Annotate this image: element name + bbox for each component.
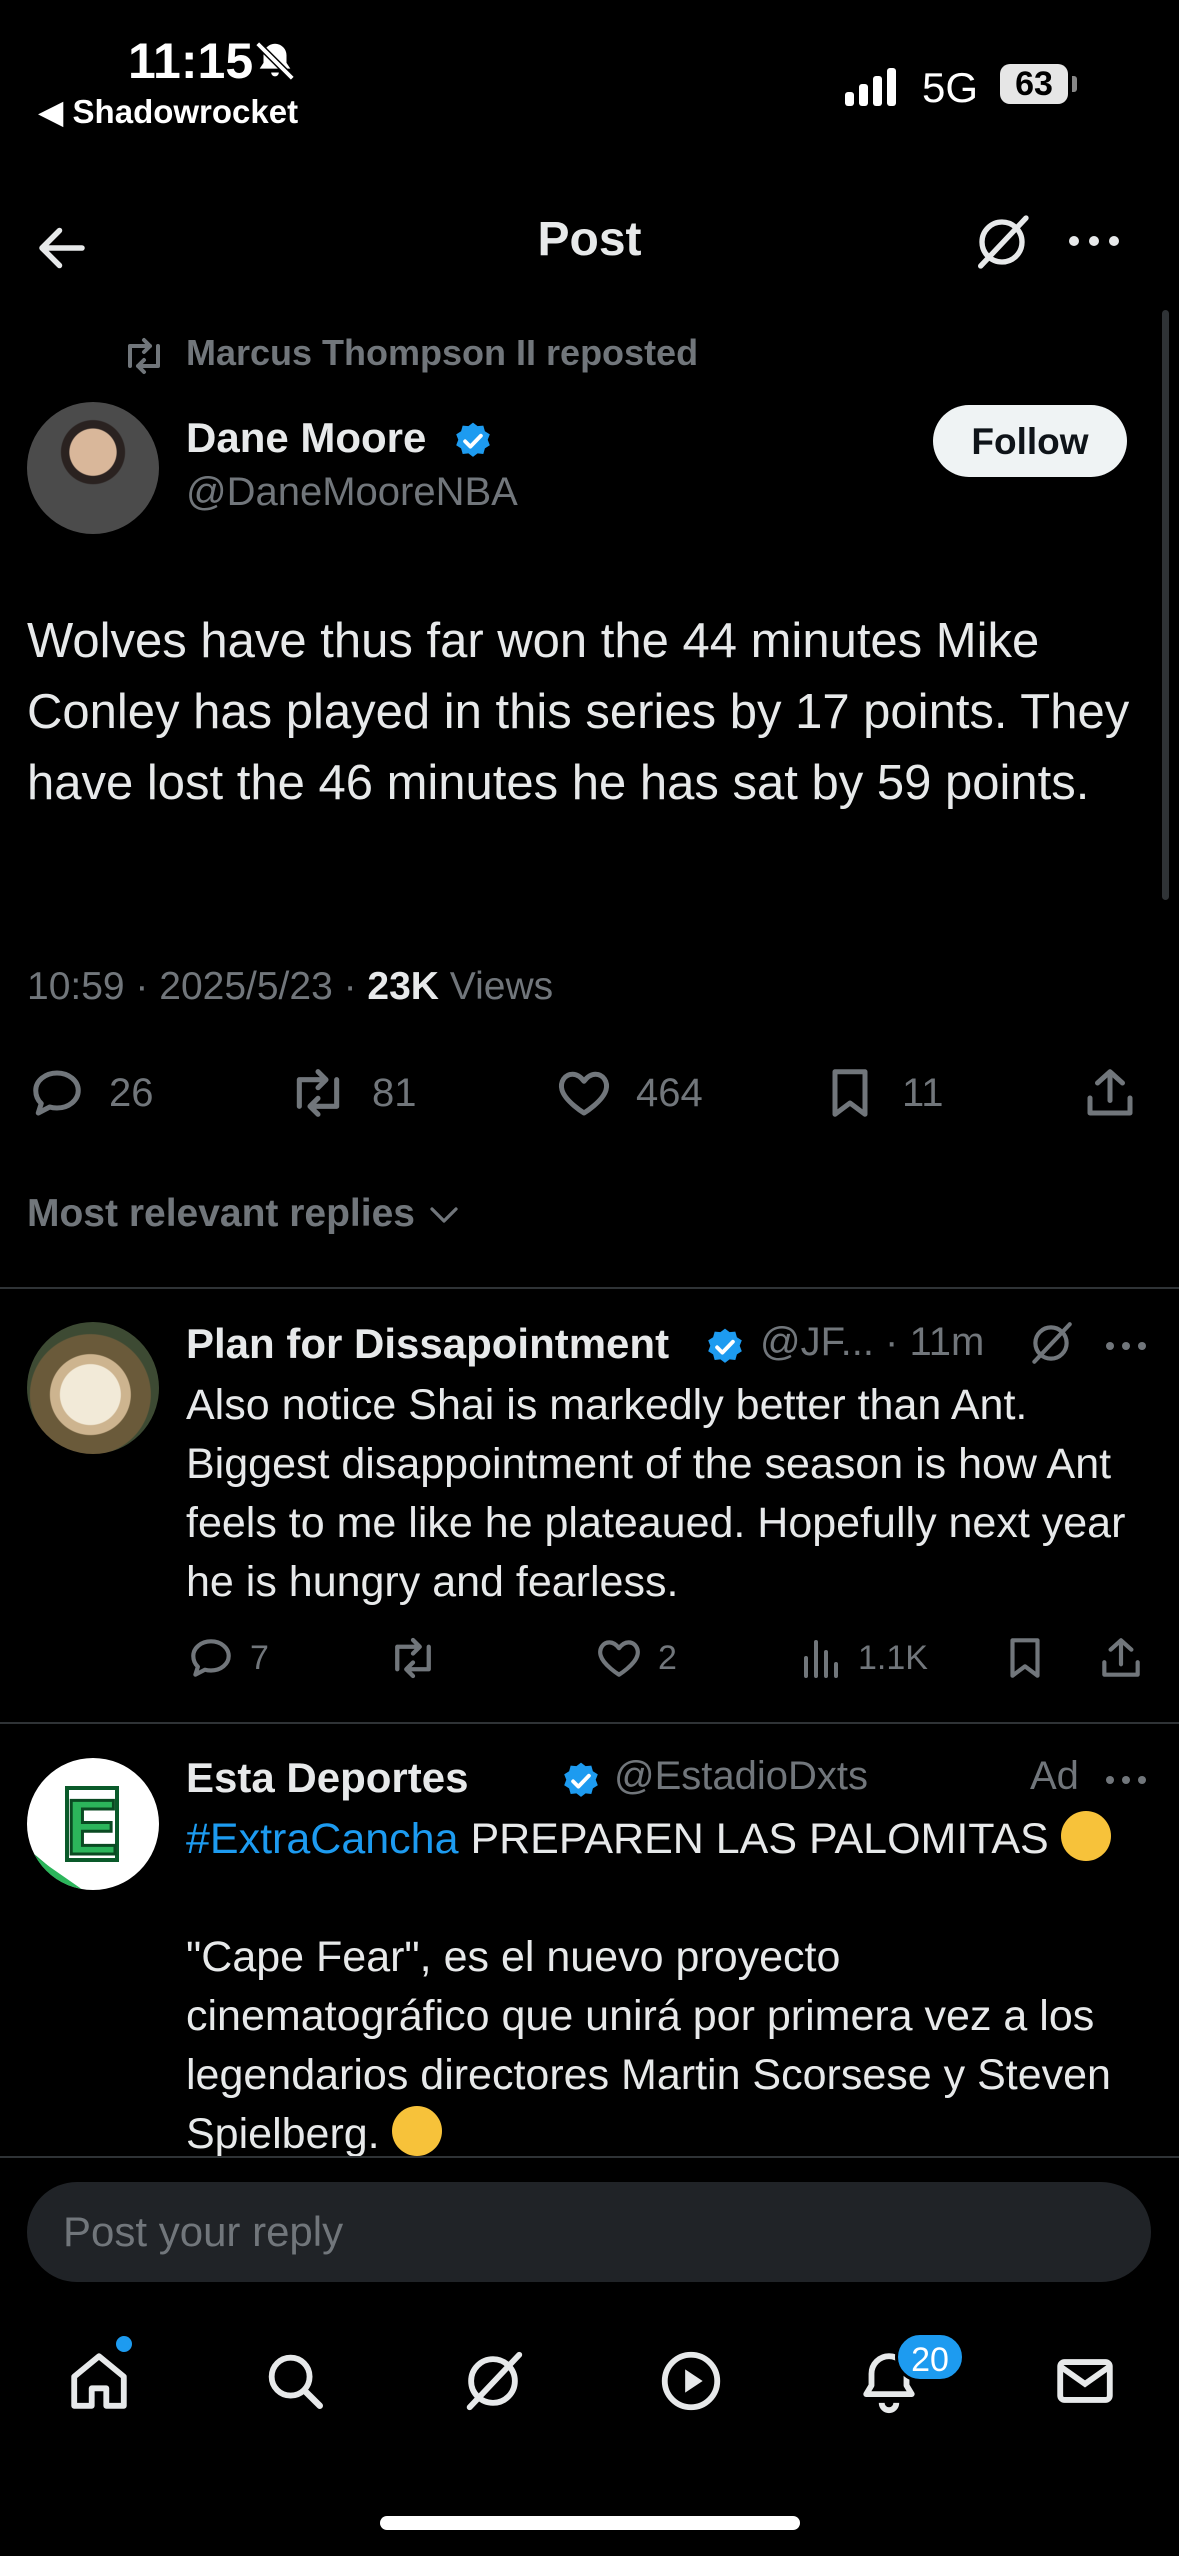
reply-author-handle[interactable]: @JF... · 11m	[760, 1320, 984, 1365]
emoji-icon	[1060, 1811, 1111, 1861]
grok-icon[interactable]	[970, 210, 1034, 274]
share-button[interactable]	[1096, 1630, 1160, 1686]
repost-icon	[395, 1637, 431, 1679]
bookmark-icon	[1010, 1638, 1040, 1678]
ad-headline: PREPAREN LAS PALOMITAS	[458, 1815, 1061, 1863]
author-name[interactable]: Dane Moore	[186, 414, 426, 462]
bookmark-count: 11	[902, 1070, 944, 1115]
mail-icon[interactable]	[1050, 2346, 1120, 2416]
reply-count: 26	[109, 1070, 154, 1115]
home-indicator[interactable]	[380, 2516, 800, 2530]
reposted-by-label[interactable]: Marcus Thompson II reposted	[186, 332, 698, 374]
reply-avatar[interactable]	[27, 1322, 159, 1454]
search-icon[interactable]	[260, 2346, 330, 2416]
verified-icon	[708, 1328, 742, 1363]
reply-count: 7	[250, 1638, 269, 1677]
reply-author-handle[interactable]: @EstadioDxts	[614, 1754, 868, 1799]
reply-text: Also notice Shai is markedly better than…	[186, 1381, 1126, 1606]
share-icon	[1102, 1638, 1140, 1677]
views-icon	[804, 1640, 838, 1678]
reply-avatar[interactable]: E	[27, 1758, 159, 1890]
more-icon[interactable]	[1064, 226, 1124, 256]
tweet-timestamp: 10:59 · 2025/5/23 ·	[27, 965, 368, 1008]
ad-body: "Cape Fear", es el nuevo proyecto cinema…	[186, 1933, 1111, 2158]
bookmark-button[interactable]: 11	[820, 1058, 944, 1128]
repost-icon	[296, 1069, 340, 1117]
scrollbar[interactable]	[1162, 310, 1169, 900]
back-to-app-link[interactable]: ◀ Shadowrocket	[38, 92, 298, 131]
follow-button[interactable]: Follow	[933, 405, 1127, 477]
views-button[interactable]: 1.1K	[800, 1630, 928, 1686]
avatar-letter: E	[66, 1783, 118, 1871]
repost-icon	[128, 338, 160, 374]
play-icon[interactable]	[656, 2346, 726, 2416]
grok-icon[interactable]	[458, 2346, 528, 2416]
like-button[interactable]: 464	[554, 1058, 703, 1128]
silent-bell-icon	[255, 41, 295, 81]
like-icon	[558, 1071, 610, 1116]
bookmark-button[interactable]	[1000, 1630, 1064, 1686]
replies-sort-label: Most relevant replies	[27, 1192, 415, 1235]
like-icon	[598, 1640, 640, 1677]
like-count: 464	[636, 1070, 703, 1115]
network-type: 5G	[922, 64, 979, 111]
signal-icon	[845, 68, 896, 106]
repost-button[interactable]: 81	[286, 1058, 417, 1128]
repost-count: 81	[372, 1070, 417, 1115]
divider	[0, 1287, 1179, 1289]
reply-text: #ExtraCancha PREPAREN LAS PALOMITAS "Cap…	[186, 1810, 1146, 2164]
reply-button[interactable]: 7	[186, 1630, 269, 1686]
reply-icon	[191, 1639, 231, 1677]
replies-sort-dropdown[interactable]: Most relevant replies	[27, 1192, 462, 1236]
emoji-icon	[391, 2106, 442, 2156]
views-count[interactable]: 23K	[367, 965, 439, 1008]
share-icon	[1087, 1069, 1133, 1116]
reply-author-name[interactable]: Plan for Dissapointment	[186, 1320, 669, 1368]
verified-icon	[456, 422, 490, 457]
reply-author-name[interactable]: Esta Deportes	[186, 1754, 468, 1802]
views-count: 1.1K	[858, 1638, 928, 1677]
more-icon[interactable]	[1104, 1774, 1148, 1786]
repost-button[interactable]	[386, 1630, 454, 1686]
brand-logo: E	[27, 1782, 120, 1890]
grok-icon[interactable]	[1026, 1318, 1076, 1368]
bookmark-icon	[832, 1069, 868, 1117]
like-button[interactable]: 2	[594, 1630, 677, 1686]
tweet-meta: 10:59 · 2025/5/23 · 23K Views	[27, 965, 553, 1009]
battery-tip	[1072, 76, 1077, 92]
home-icon[interactable]	[64, 2346, 134, 2416]
views-label: Views	[438, 965, 554, 1008]
author-handle[interactable]: @DaneMooreNBA	[186, 470, 518, 515]
divider	[0, 1722, 1179, 1724]
hashtag-link[interactable]: #ExtraCancha	[186, 1815, 459, 1863]
more-icon[interactable]	[1104, 1340, 1148, 1352]
like-count: 2	[658, 1638, 677, 1677]
share-button[interactable]	[1080, 1058, 1162, 1128]
reply-icon	[33, 1070, 81, 1116]
reply-button[interactable]: 26	[27, 1058, 154, 1128]
avatar[interactable]	[27, 402, 159, 534]
status-time: 11:15	[128, 33, 254, 89]
verified-icon	[564, 1762, 598, 1797]
chevron-down-icon	[430, 1207, 458, 1223]
ad-label: Ad	[1030, 1754, 1079, 1798]
notifications-badge: 20	[895, 2332, 965, 2382]
tweet-text: Wolves have thus far won the 44 minutes …	[27, 614, 1130, 810]
reply-input[interactable]	[27, 2182, 1151, 2282]
battery-indicator: 63	[1000, 64, 1068, 104]
home-notification-dot	[116, 2336, 132, 2352]
